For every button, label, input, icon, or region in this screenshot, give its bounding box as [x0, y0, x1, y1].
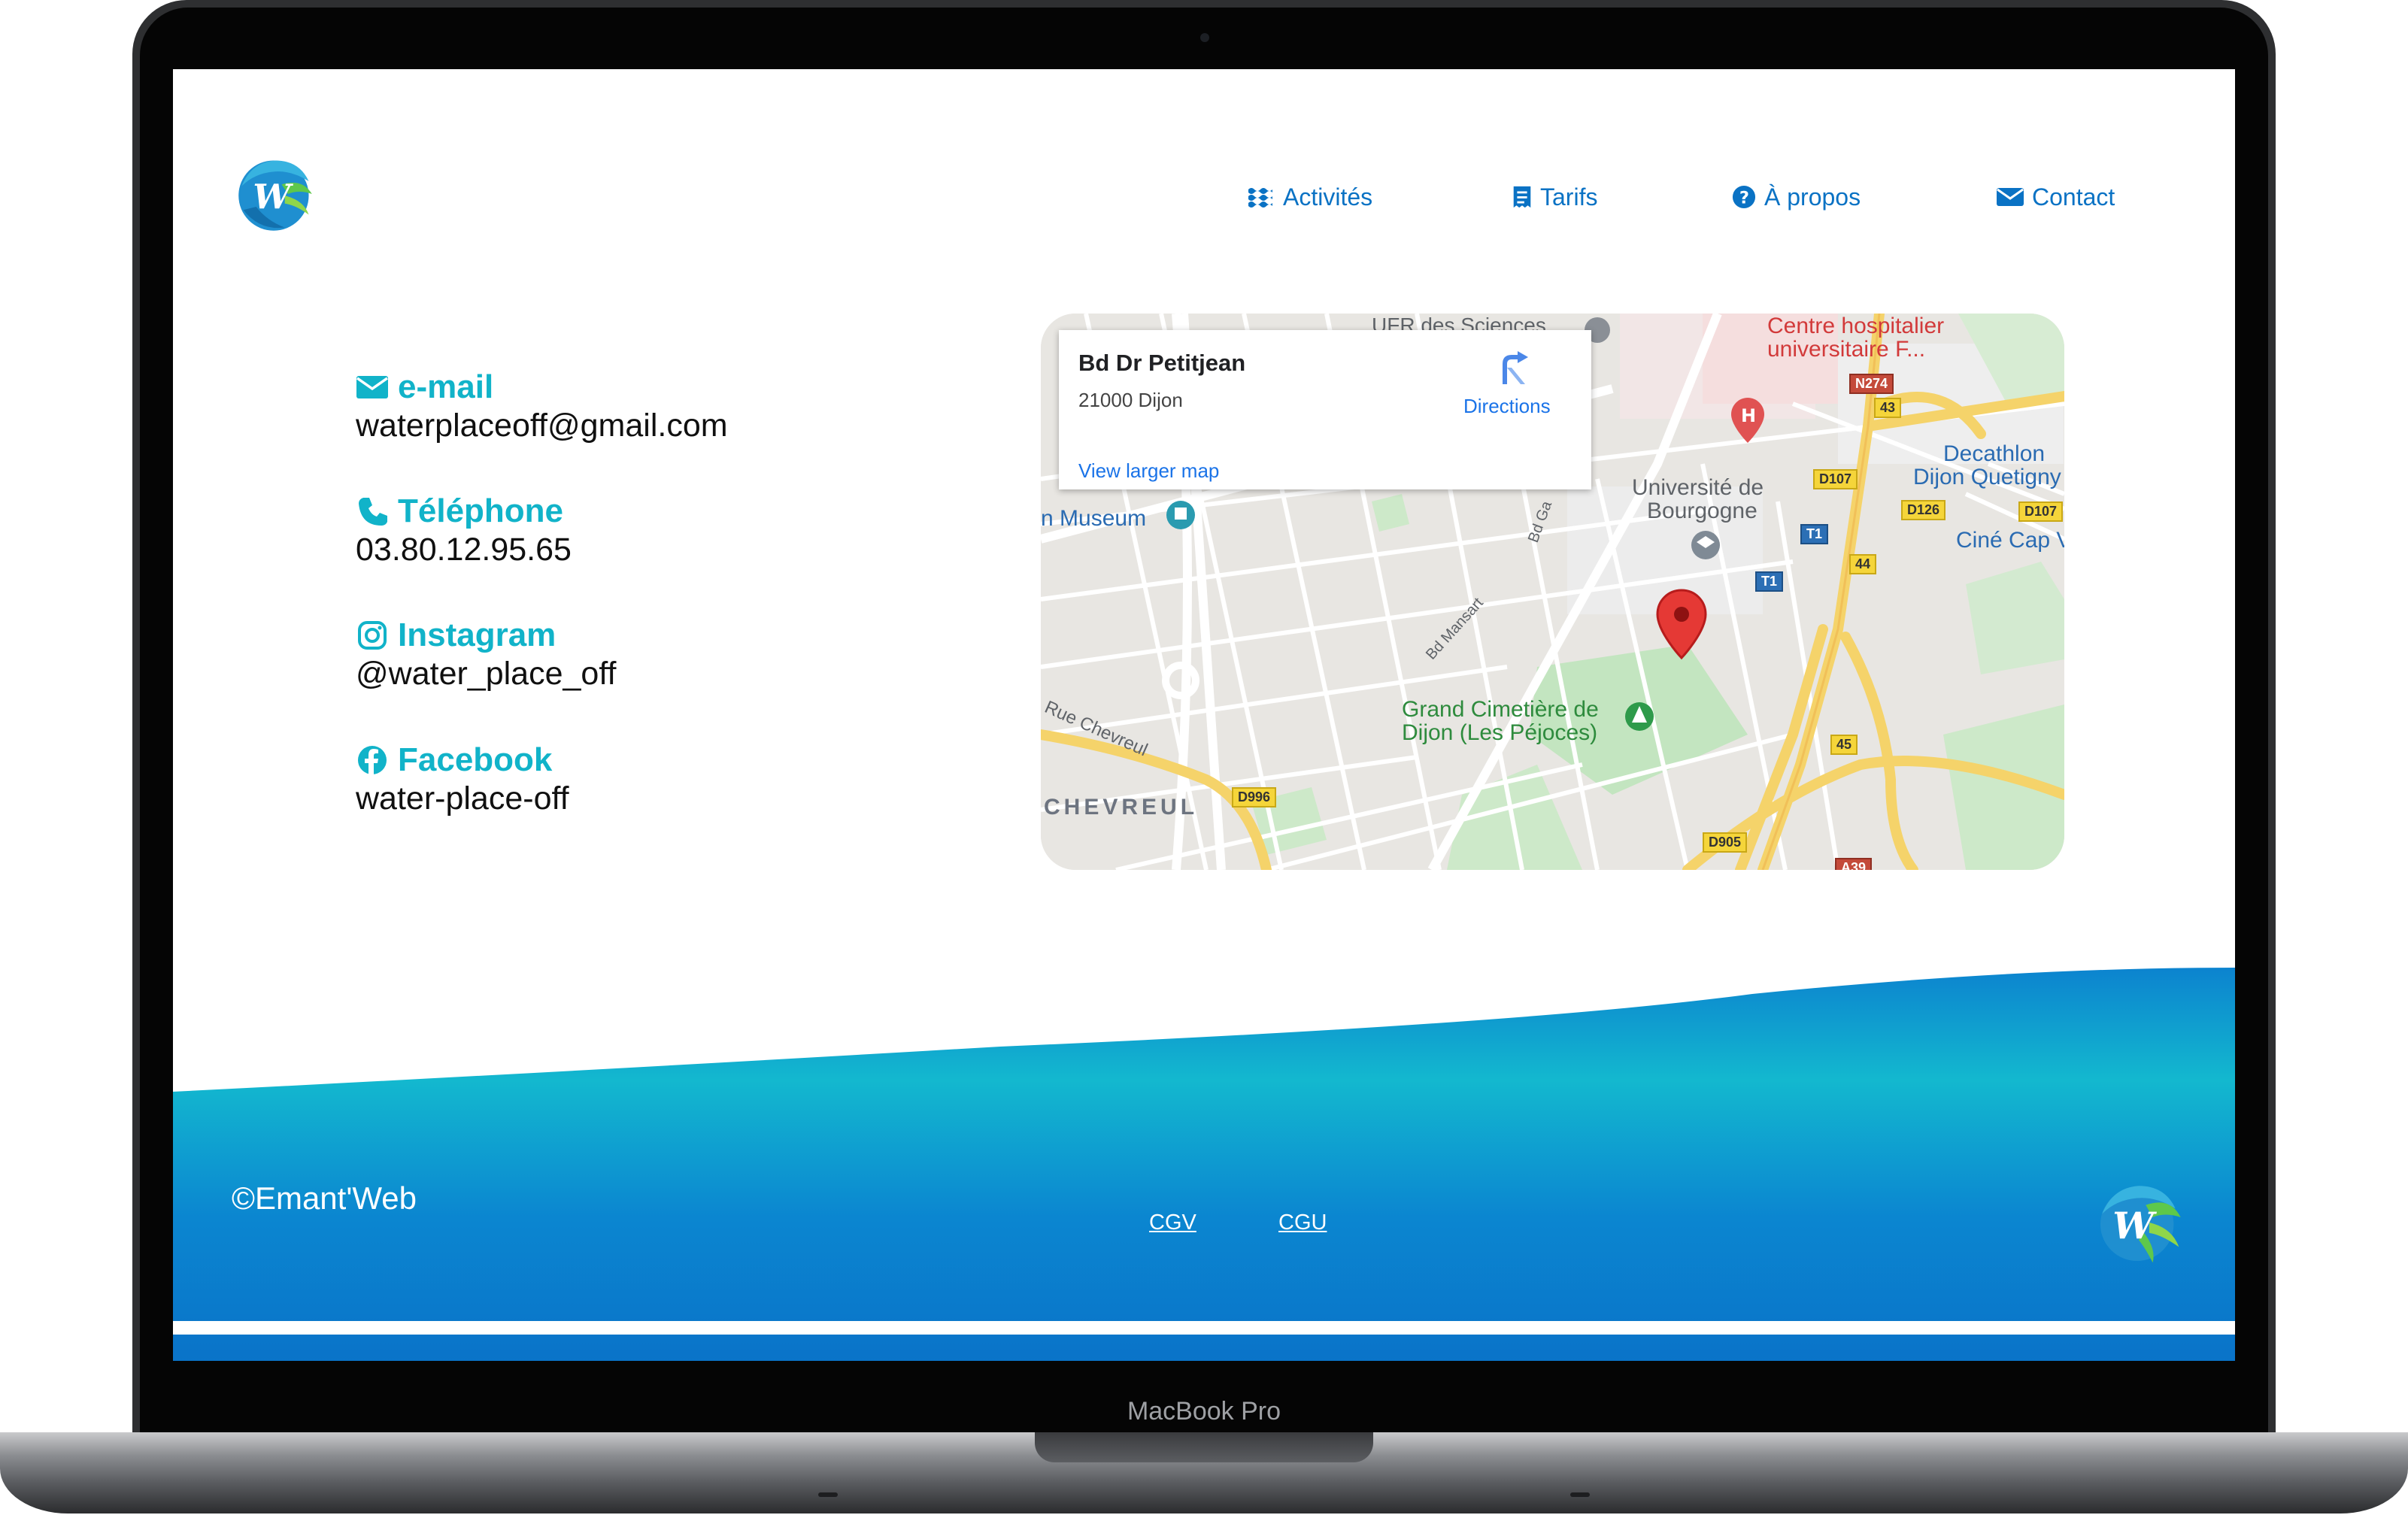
map-info-card: Bd Dr Petitjean 21000 Dijon Directions V…	[1059, 330, 1591, 489]
facebook-value[interactable]: water-place-off	[356, 780, 569, 817]
waves-icon	[1248, 188, 1272, 208]
instagram-icon	[358, 621, 387, 650]
water-place-logo-icon[interactable]: W	[235, 154, 315, 234]
copyright-text: ©Emant'Web	[232, 1180, 417, 1216]
road-shield: D126	[1901, 500, 1946, 520]
website-screen: W Activités Tarifs ? À propos Contact e-…	[173, 69, 2235, 1361]
map-label: Ciné Cap V	[1956, 528, 2064, 553]
nav-label: À propos	[1764, 183, 1861, 211]
footer-wave	[173, 968, 2235, 1361]
email-title: e-mail	[398, 368, 494, 405]
view-larger-map-link[interactable]: View larger map	[1078, 459, 1219, 483]
map-label: Grand Cimetière de	[1402, 697, 1599, 722]
device-label: MacBook Pro	[1127, 1397, 1281, 1426]
road-shield: D996	[1232, 787, 1277, 807]
road-shield: A39	[1835, 858, 1873, 870]
facebook-title: Facebook	[398, 741, 553, 778]
place-name: Bd Dr Petitjean	[1078, 350, 1246, 376]
facebook-icon	[358, 746, 387, 774]
map-label: Dijon (Les Péjoces)	[1402, 720, 1598, 745]
laptop-foot	[1570, 1492, 1590, 1497]
map-label: CHEVREUL	[1044, 795, 1199, 820]
cgu-link[interactable]: CGU	[1278, 1210, 1327, 1235]
envelope-icon	[1997, 188, 2024, 206]
map-label: Université de	[1632, 475, 1764, 500]
svg-text:H: H	[1741, 405, 1756, 426]
phone-icon	[359, 498, 387, 526]
svg-text:W: W	[2112, 1204, 2157, 1247]
map-label: Decathlon	[1943, 441, 2046, 466]
facebook-heading: Facebook	[356, 741, 552, 779]
svg-text:W: W	[253, 177, 293, 217]
laptop-foot	[818, 1492, 838, 1497]
road-shield: 44	[1849, 554, 1877, 574]
nav-tarifs[interactable]: Tarifs	[1512, 182, 1597, 212]
directions-link[interactable]: Directions	[1463, 395, 1551, 418]
email-value[interactable]: waterplaceoff@gmail.com	[356, 408, 728, 444]
road-shield: 43	[1874, 398, 1902, 418]
instagram-title: Instagram	[398, 617, 557, 653]
cgv-link[interactable]: CGV	[1149, 1210, 1196, 1235]
water-place-logo-icon[interactable]: W	[2094, 1179, 2184, 1266]
question-circle-icon: ?	[1732, 185, 1756, 209]
phone-heading: Téléphone	[356, 492, 563, 530]
road-shield: T1	[1800, 524, 1829, 544]
place-address: 21000 Dijon	[1078, 389, 1183, 411]
road-shield: D107	[1813, 469, 1858, 489]
map-label: Dijon Quetigny	[1913, 465, 2061, 489]
email-heading: e-mail	[356, 368, 493, 406]
road-shield: D107	[2018, 501, 2064, 522]
map-label: Bourgogne	[1647, 498, 1757, 523]
road-shield: 45	[1830, 735, 1858, 755]
nav-label: Activités	[1283, 183, 1373, 211]
instagram-value[interactable]: @water_place_off	[356, 656, 616, 692]
phone-title: Téléphone	[398, 492, 564, 529]
directions-icon[interactable]	[1495, 348, 1534, 387]
receipt-icon	[1513, 186, 1531, 208]
road-shield: D905	[1703, 832, 1748, 853]
phone-value[interactable]: 03.80.12.95.65	[356, 532, 572, 568]
nav-activites[interactable]: Activités	[1247, 182, 1372, 212]
camera-dot	[1200, 33, 1209, 42]
nav-contact[interactable]: Contact	[1996, 182, 2115, 212]
instagram-heading: Instagram	[356, 617, 556, 654]
nav-label: Contact	[2032, 183, 2115, 211]
svg-text:?: ?	[1739, 188, 1749, 208]
map-label: Centre hospitalier	[1767, 314, 1945, 338]
map-label: n Museum	[1041, 506, 1147, 531]
map-label: universitaire F...	[1767, 337, 1926, 362]
nav-a-propos[interactable]: ? À propos	[1731, 182, 1861, 212]
road-shield: N274	[1849, 374, 1894, 394]
envelope-icon	[356, 376, 389, 398]
embedded-map[interactable]: H UFR des Sciences Centre hospitalier un…	[1041, 314, 2064, 870]
nav-label: Tarifs	[1540, 183, 1598, 211]
road-shield: T1	[1755, 571, 1784, 592]
laptop-notch	[1035, 1432, 1373, 1462]
